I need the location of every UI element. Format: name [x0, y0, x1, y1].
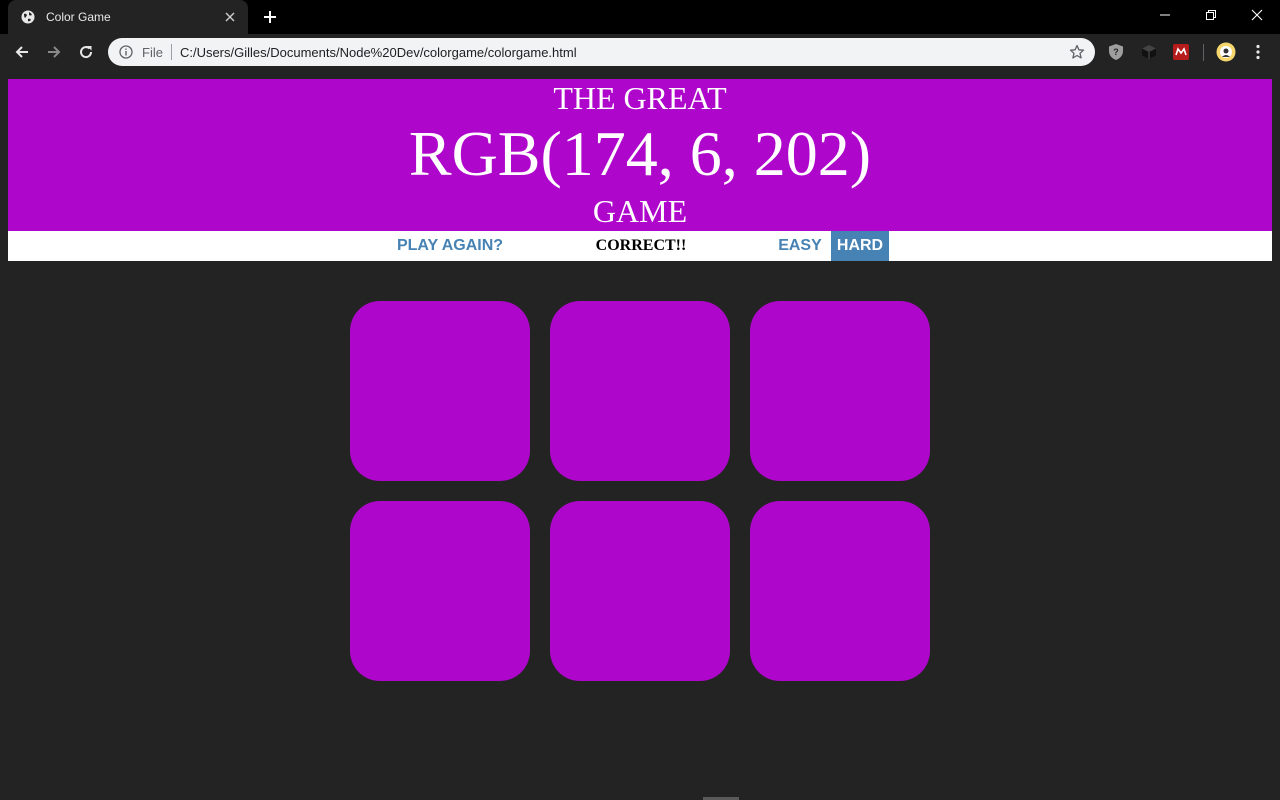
- star-icon[interactable]: [1063, 38, 1091, 66]
- browser-toolbar: File C:/Users/Gilles/Documents/Node%20De…: [0, 34, 1280, 71]
- color-display: RGB(174, 6, 202): [408, 118, 872, 189]
- color-square[interactable]: [550, 501, 730, 681]
- color-square[interactable]: [350, 301, 530, 481]
- globe-icon: [20, 9, 36, 25]
- cube-extension-icon[interactable]: [1139, 42, 1159, 62]
- url-scheme: File: [142, 44, 163, 60]
- restore-icon[interactable]: [1188, 0, 1234, 30]
- color-square[interactable]: [350, 501, 530, 681]
- title-line-game: GAME: [592, 193, 688, 229]
- reload-icon[interactable]: [72, 38, 100, 66]
- forward-arrow-icon[interactable]: [40, 38, 68, 66]
- color-square[interactable]: [750, 301, 930, 481]
- result-message: CORRECT!!: [595, 237, 687, 254]
- info-icon[interactable]: [118, 44, 134, 60]
- hard-mode-button[interactable]: HARD: [831, 231, 889, 261]
- address-bar[interactable]: File C:/Users/Gilles/Documents/Node%20De…: [108, 38, 1095, 66]
- play-again-button[interactable]: PLAY AGAIN?: [390, 231, 510, 261]
- profile-avatar-icon[interactable]: [1216, 42, 1236, 62]
- shield-extension-icon[interactable]: ?: [1106, 42, 1126, 62]
- easy-mode-button[interactable]: EASY: [771, 231, 829, 261]
- game-header: THE GREAT RGB(174, 6, 202) GAME: [8, 79, 1272, 231]
- svg-text:?: ?: [1113, 47, 1119, 57]
- browser-tab[interactable]: Color Game: [8, 0, 248, 34]
- browser-titlebar: Color Game: [0, 0, 1280, 34]
- color-squares-grid: [350, 301, 930, 681]
- back-arrow-icon[interactable]: [8, 38, 36, 66]
- plus-icon[interactable]: [258, 7, 282, 27]
- toolbar-divider: [1203, 44, 1204, 61]
- close-icon[interactable]: [222, 9, 238, 25]
- page-viewport: THE GREAT RGB(174, 6, 202) GAME PLAY AGA…: [0, 71, 1280, 800]
- color-square[interactable]: [750, 501, 930, 681]
- url-text[interactable]: C:/Users/Gilles/Documents/Node%20Dev/col…: [180, 45, 1063, 60]
- control-stripe: PLAY AGAIN? CORRECT!! EASY HARD: [8, 231, 1272, 261]
- tab-title: Color Game: [46, 10, 111, 24]
- minimize-icon[interactable]: [1142, 0, 1188, 30]
- kebab-menu-icon[interactable]: [1248, 42, 1268, 62]
- window-close-icon[interactable]: [1234, 0, 1280, 30]
- red-m-extension-icon[interactable]: [1171, 42, 1191, 62]
- color-square[interactable]: [550, 301, 730, 481]
- title-line-the-great: THE GREAT: [553, 80, 727, 116]
- url-separator: [170, 44, 172, 60]
